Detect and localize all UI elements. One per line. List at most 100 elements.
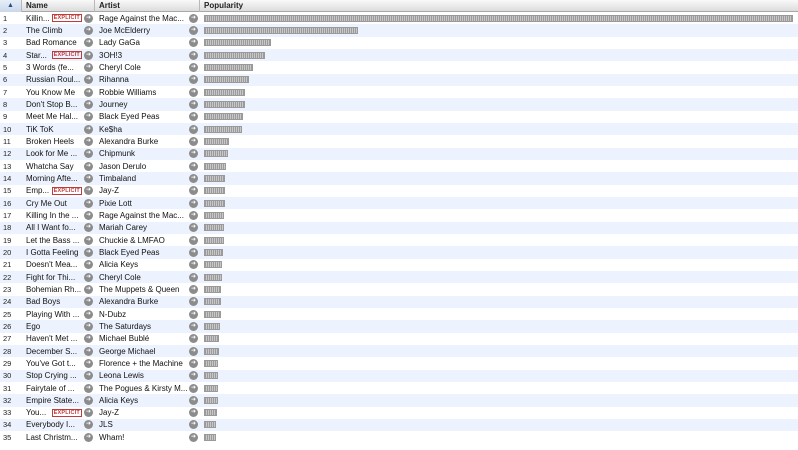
column-header-name[interactable]: Name	[22, 0, 95, 12]
right-arrow-circle-icon[interactable]: ➜	[189, 75, 198, 85]
right-arrow-circle-icon[interactable]: ➜	[189, 136, 198, 146]
right-arrow-circle-icon[interactable]: ➜	[84, 186, 93, 196]
right-arrow-circle-icon[interactable]: ➜	[189, 87, 198, 97]
right-arrow-circle-icon[interactable]: ➜	[84, 223, 93, 233]
table-row[interactable]: 20 I Gotta Feeling ➜ Black Eyed Peas ➜	[0, 246, 798, 259]
right-arrow-circle-icon[interactable]: ➜	[189, 149, 198, 159]
right-arrow-circle-icon[interactable]: ➜	[84, 124, 93, 134]
right-arrow-circle-icon[interactable]: ➜	[84, 420, 93, 430]
right-arrow-circle-icon[interactable]: ➜	[84, 371, 93, 381]
right-arrow-circle-icon[interactable]: ➜	[84, 432, 93, 442]
table-row[interactable]: 10 TiK ToK ➜ Ke$ha ➜	[0, 122, 798, 136]
right-arrow-circle-icon[interactable]: ➜	[84, 395, 93, 405]
right-arrow-circle-icon[interactable]: ➜	[84, 260, 93, 270]
right-arrow-circle-icon[interactable]: ➜	[84, 112, 93, 122]
right-arrow-circle-icon[interactable]: ➜	[189, 321, 198, 331]
right-arrow-circle-icon[interactable]: ➜	[84, 358, 93, 368]
table-row[interactable]: 21 Doesn't Mea... ➜ Alicia Keys ➜	[0, 258, 798, 271]
right-arrow-circle-icon[interactable]: ➜	[189, 395, 198, 405]
table-row[interactable]: 19 Let the Bass ... ➜ Chuckie & LMFAO ➜	[0, 233, 798, 247]
right-arrow-circle-icon[interactable]: ➜	[84, 284, 93, 294]
right-arrow-circle-icon[interactable]: ➜	[84, 75, 93, 85]
right-arrow-circle-icon[interactable]: ➜	[189, 272, 198, 282]
right-arrow-circle-icon[interactable]: ➜	[189, 99, 198, 109]
right-arrow-circle-icon[interactable]: ➜	[189, 346, 198, 356]
right-arrow-circle-icon[interactable]: ➜	[189, 371, 198, 381]
right-arrow-circle-icon[interactable]: ➜	[84, 13, 93, 23]
table-row[interactable]: 13 Whatcha Say ➜ Jason Derulo ➜	[0, 159, 798, 173]
right-arrow-circle-icon[interactable]: ➜	[189, 210, 198, 220]
table-row[interactable]: 6 Russian Roul... ➜ Rihanna ➜	[0, 73, 798, 86]
right-arrow-circle-icon[interactable]: ➜	[189, 223, 198, 233]
right-arrow-circle-icon[interactable]: ➜	[189, 334, 198, 344]
right-arrow-circle-icon[interactable]: ➜	[189, 260, 198, 270]
right-arrow-circle-icon[interactable]: ➜	[189, 297, 198, 307]
right-arrow-circle-icon[interactable]: ➜	[189, 13, 198, 23]
table-row[interactable]: 26 Ego ➜ The Saturdays ➜	[0, 320, 798, 333]
right-arrow-circle-icon[interactable]: ➜	[84, 50, 93, 60]
right-arrow-circle-icon[interactable]: ➜	[84, 334, 93, 344]
right-arrow-circle-icon[interactable]: ➜	[84, 383, 93, 393]
right-arrow-circle-icon[interactable]: ➜	[189, 50, 198, 60]
right-arrow-circle-icon[interactable]: ➜	[84, 161, 93, 171]
table-row[interactable]: 24 Bad Boys ➜ Alexandra Burke ➜	[0, 295, 798, 308]
table-row[interactable]: 1 Killin... EXPLICIT ➜ Rage Against the Mac.…	[0, 12, 798, 25]
table-row[interactable]: 7 You Know Me ➜ Robbie Williams ➜	[0, 85, 798, 99]
right-arrow-circle-icon[interactable]: ➜	[189, 420, 198, 430]
right-arrow-circle-icon[interactable]: ➜	[189, 112, 198, 122]
right-arrow-circle-icon[interactable]: ➜	[84, 136, 93, 146]
table-row[interactable]: 5 3 Words (fe... ➜ Cheryl Cole ➜	[0, 61, 798, 74]
right-arrow-circle-icon[interactable]: ➜	[84, 198, 93, 208]
right-arrow-circle-icon[interactable]: ➜	[189, 38, 198, 48]
right-arrow-circle-icon[interactable]: ➜	[189, 284, 198, 294]
right-arrow-circle-icon[interactable]: ➜	[84, 149, 93, 159]
table-row[interactable]: 23 Bohemian Rh... ➜ The Muppets & Queen ➜	[0, 283, 798, 296]
table-row[interactable]: 27 Haven't Met ... ➜ Michael Bublé ➜	[0, 332, 798, 345]
right-arrow-circle-icon[interactable]: ➜	[189, 173, 198, 183]
right-arrow-circle-icon[interactable]: ➜	[84, 309, 93, 319]
right-arrow-circle-icon[interactable]: ➜	[84, 210, 93, 220]
right-arrow-circle-icon[interactable]: ➜	[84, 321, 93, 331]
table-row[interactable]: 11 Broken Heels ➜ Alexandra Burke ➜	[0, 135, 798, 148]
right-arrow-circle-icon[interactable]: ➜	[84, 408, 93, 418]
table-row[interactable]: 34 Everybody I... ➜ JLS ➜	[0, 418, 798, 432]
right-arrow-circle-icon[interactable]: ➜	[189, 383, 198, 393]
right-arrow-circle-icon[interactable]: ➜	[84, 87, 93, 97]
right-arrow-circle-icon[interactable]: ➜	[84, 272, 93, 282]
right-arrow-circle-icon[interactable]: ➜	[84, 38, 93, 48]
table-row[interactable]: 33 You... EXPLICIT ➜ Jay-Z ➜	[0, 406, 798, 419]
table-row[interactable]: 3 Bad Romance ➜ Lady GaGa ➜	[0, 36, 798, 49]
right-arrow-circle-icon[interactable]: ➜	[189, 62, 198, 72]
right-arrow-circle-icon[interactable]: ➜	[84, 25, 93, 35]
column-header-popularity[interactable]: Popularity	[200, 0, 798, 12]
right-arrow-circle-icon[interactable]: ➜	[189, 186, 198, 196]
table-row[interactable]: 18 All I Want fo... ➜ Mariah Carey ➜	[0, 221, 798, 234]
table-row[interactable]: 16 Cry Me Out ➜ Pixie Lott ➜	[0, 196, 798, 210]
right-arrow-circle-icon[interactable]: ➜	[84, 62, 93, 72]
right-arrow-circle-icon[interactable]: ➜	[189, 309, 198, 319]
table-row[interactable]: 30 Stop Crying ... ➜ Leona Lewis ➜	[0, 369, 798, 382]
table-row[interactable]: 25 Playing With ... ➜ N-Dubz ➜	[0, 307, 798, 321]
column-header-artist[interactable]: Artist	[95, 0, 200, 12]
table-row[interactable]: 22 Fight for Thi... ➜ Cheryl Cole ➜	[0, 270, 798, 284]
right-arrow-circle-icon[interactable]: ➜	[84, 99, 93, 109]
right-arrow-circle-icon[interactable]: ➜	[189, 198, 198, 208]
table-row[interactable]: 29 You've Got t... ➜ Florence + the Machine…	[0, 357, 798, 370]
right-arrow-circle-icon[interactable]: ➜	[189, 358, 198, 368]
right-arrow-circle-icon[interactable]: ➜	[84, 173, 93, 183]
right-arrow-circle-icon[interactable]: ➜	[84, 247, 93, 257]
table-row[interactable]: 8 Don't Stop B... ➜ Journey ➜	[0, 98, 798, 111]
table-row[interactable]: 12 Look for Me ... ➜ Chipmunk ➜	[0, 147, 798, 160]
right-arrow-circle-icon[interactable]: ➜	[189, 161, 198, 171]
table-row[interactable]: 35 Last Christm... ➜ Wham! ➜	[0, 431, 798, 444]
right-arrow-circle-icon[interactable]: ➜	[189, 235, 198, 245]
column-header-number[interactable]: ▲	[0, 0, 22, 12]
table-row[interactable]: 28 December S... ➜ George Michael ➜	[0, 344, 798, 358]
table-row[interactable]: 15 Emp... EXPLICIT ➜ Jay-Z ➜	[0, 184, 798, 197]
table-row[interactable]: 2 The Climb ➜ Joe McElderry ➜	[0, 24, 798, 37]
table-row[interactable]: 14 Morning Afte... ➜ Timbaland ➜	[0, 172, 798, 185]
right-arrow-circle-icon[interactable]: ➜	[189, 124, 198, 134]
right-arrow-circle-icon[interactable]: ➜	[189, 25, 198, 35]
right-arrow-circle-icon[interactable]: ➜	[84, 346, 93, 356]
right-arrow-circle-icon[interactable]: ➜	[189, 408, 198, 418]
